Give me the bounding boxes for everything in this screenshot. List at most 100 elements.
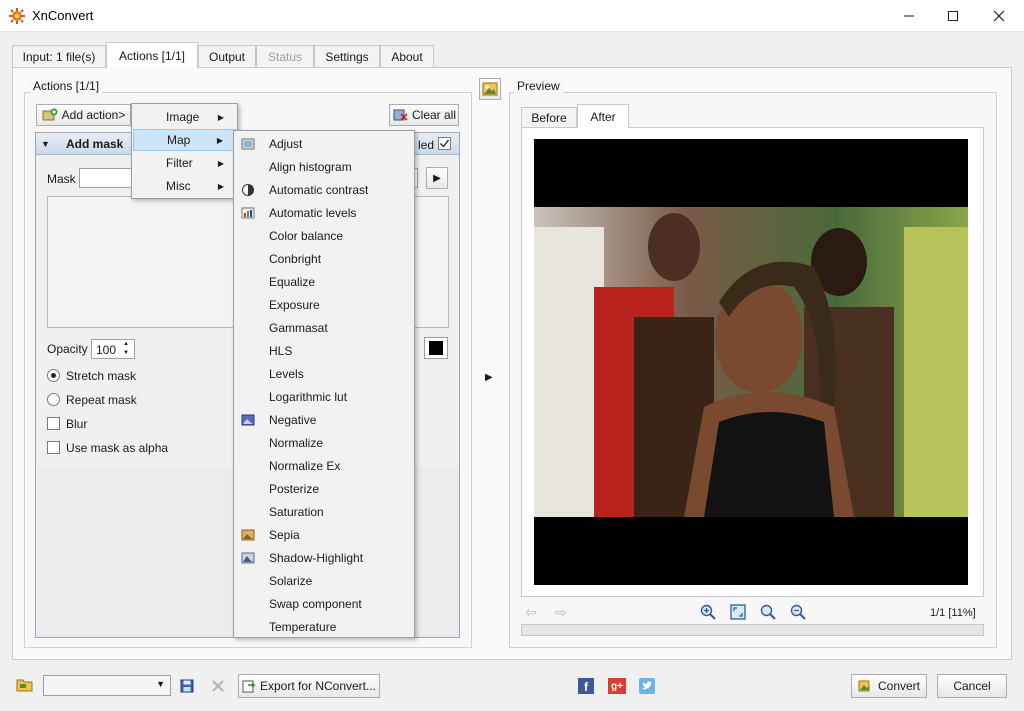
tab-output[interactable]: Output (198, 45, 256, 67)
page-info: 1/1 [11%] (930, 607, 976, 619)
menu-item-misc[interactable]: Misc ▶ (133, 175, 236, 197)
zoom-actual-icon[interactable] (760, 604, 776, 620)
levels-icon (241, 207, 255, 219)
submenu-item-automatic-contrast[interactable]: Automatic contrast (235, 179, 413, 201)
negative-icon (241, 414, 255, 426)
maximize-icon (948, 11, 958, 21)
close-button[interactable] (976, 0, 1022, 32)
submenu-item-label: HLS (269, 344, 293, 358)
twitter-icon[interactable] (639, 678, 655, 694)
submenu-item-automatic-levels[interactable]: Automatic levels (235, 202, 413, 224)
convert-button[interactable]: Convert (851, 674, 927, 698)
tab-about[interactable]: About (380, 45, 434, 67)
menu-item-label: Filter (166, 156, 193, 170)
menu-item-label: Misc (166, 179, 191, 193)
tab-actions[interactable]: Actions [1/1] (106, 42, 198, 68)
minimize-button[interactable] (886, 0, 932, 32)
submenu-item-normalize-ex[interactable]: Normalize Ex (235, 455, 413, 477)
tab-about-label: About (391, 49, 423, 64)
submenu-item-hls[interactable]: HLS (235, 340, 413, 362)
submenu-item-posterize[interactable]: Posterize (235, 478, 413, 500)
expand-arrow-icon[interactable]: ▶ (485, 372, 493, 383)
submenu-item-levels[interactable]: Levels (235, 363, 413, 385)
submenu-item-shadow-highlight[interactable]: Shadow-Highlight (235, 547, 413, 569)
submenu-item-label: Swap component (269, 597, 362, 611)
submenu-item-gammasat[interactable]: Gammasat (235, 317, 413, 339)
submenu-item-label: Align histogram (269, 160, 352, 174)
tab-input-label: Input: 1 file(s) (22, 49, 96, 64)
submenu-item-equalize[interactable]: Equalize (235, 271, 413, 293)
open-folder-icon[interactable] (16, 678, 34, 692)
submenu-item-sepia[interactable]: Sepia (235, 524, 413, 546)
preview-toggle-button[interactable] (479, 78, 501, 100)
spin-arrows-icon[interactable]: ▲ ▼ (123, 340, 129, 358)
blur-checkbox[interactable] (47, 417, 60, 430)
submenu-item-normalize[interactable]: Normalize (235, 432, 413, 454)
menu-item-image[interactable]: Image ▶ (133, 106, 236, 128)
opacity-spinbox[interactable]: 100 ▲ ▼ (91, 339, 135, 359)
clear-all-button[interactable]: Clear all (389, 104, 459, 126)
facebook-icon[interactable]: f (578, 678, 594, 694)
submenu-item-negative[interactable]: Negative (235, 409, 413, 431)
mask-label: Mask (47, 172, 76, 186)
submenu-item-color-balance[interactable]: Color balance (235, 225, 413, 247)
google-plus-icon[interactable]: g+ (608, 678, 626, 694)
submenu-item-exposure[interactable]: Exposure (235, 294, 413, 316)
clear-all-label: Clear all (411, 108, 456, 122)
cancel-button[interactable]: Cancel (937, 674, 1007, 698)
submenu-item-label: Gammasat (269, 321, 328, 335)
sepia-icon (241, 529, 255, 541)
mask-file-input[interactable] (79, 168, 134, 188)
delete-preset-icon[interactable] (211, 679, 225, 693)
repeat-mask-radio[interactable] (47, 393, 60, 406)
opacity-label: Opacity (47, 342, 88, 356)
submenu-item-solarize[interactable]: Solarize (235, 570, 413, 592)
blur-label: Blur (66, 417, 88, 431)
submenu-item-align-histogram[interactable]: Align histogram (235, 156, 413, 178)
submenu-arrow-icon: ▶ (217, 112, 224, 122)
use-mask-alpha-checkbox[interactable] (47, 441, 60, 454)
preview-image (534, 139, 968, 585)
submenu-item-logarithmic-lut[interactable]: Logarithmic lut (235, 386, 413, 408)
submenu-item-label: Automatic contrast (269, 183, 369, 197)
stretch-mask-radio[interactable] (47, 369, 60, 382)
mask-browse-button[interactable]: ▶ (426, 167, 448, 189)
submenu-item-label: Color balance (269, 229, 344, 243)
next-arrow-icon[interactable]: ⇨ (555, 604, 567, 621)
add-action-label: Add action> (61, 108, 126, 122)
submenu-item-saturation[interactable]: Saturation (235, 501, 413, 523)
save-icon[interactable] (180, 679, 194, 693)
enabled-checkbox[interactable] (438, 137, 451, 150)
tab-input[interactable]: Input: 1 file(s) (12, 45, 106, 67)
tab-after[interactable]: After (577, 104, 629, 128)
submenu-item-adjust[interactable]: Adjust (235, 133, 413, 155)
zoom-out-icon[interactable] (790, 604, 806, 620)
export-icon (242, 680, 256, 693)
fit-to-window-icon[interactable] (730, 604, 746, 620)
photo-dancer (534, 207, 968, 517)
menu-item-filter[interactable]: Filter ▶ (133, 152, 236, 174)
zoom-in-icon[interactable] (700, 604, 716, 620)
submenu-item-label: Solarize (269, 574, 313, 588)
tab-before[interactable]: Before (521, 107, 577, 127)
submenu-item-conbright[interactable]: Conbright (235, 248, 413, 270)
use-mask-alpha-label: Use mask as alpha (66, 441, 169, 455)
xnconvert-logo-icon (9, 8, 25, 24)
add-action-button[interactable]: Add action> (36, 104, 131, 126)
submenu-item-label: Shadow-Highlight (269, 551, 364, 565)
minimize-icon (904, 15, 914, 17)
submenu-item-temperature[interactable]: Temperature (235, 616, 413, 638)
title-bar (0, 0, 1024, 32)
menu-item-map[interactable]: Map ▶ (133, 129, 236, 151)
tab-before-label: Before (531, 110, 567, 125)
submenu-item-swap-component[interactable]: Swap component (235, 593, 413, 615)
maximize-button[interactable] (930, 0, 976, 32)
mask-color-button[interactable] (424, 337, 448, 359)
tab-settings[interactable]: Settings (314, 45, 380, 67)
export-nconvert-label: Export for NConvert... (259, 679, 377, 693)
opacity-value: 100 (96, 343, 117, 357)
collapse-arrow-icon[interactable]: ▼ (41, 139, 50, 149)
export-nconvert-button[interactable]: Export for NConvert... (238, 674, 380, 698)
preset-combobox[interactable]: ▼ (43, 675, 171, 696)
previous-arrow-icon[interactable]: ⇦ (525, 604, 537, 621)
